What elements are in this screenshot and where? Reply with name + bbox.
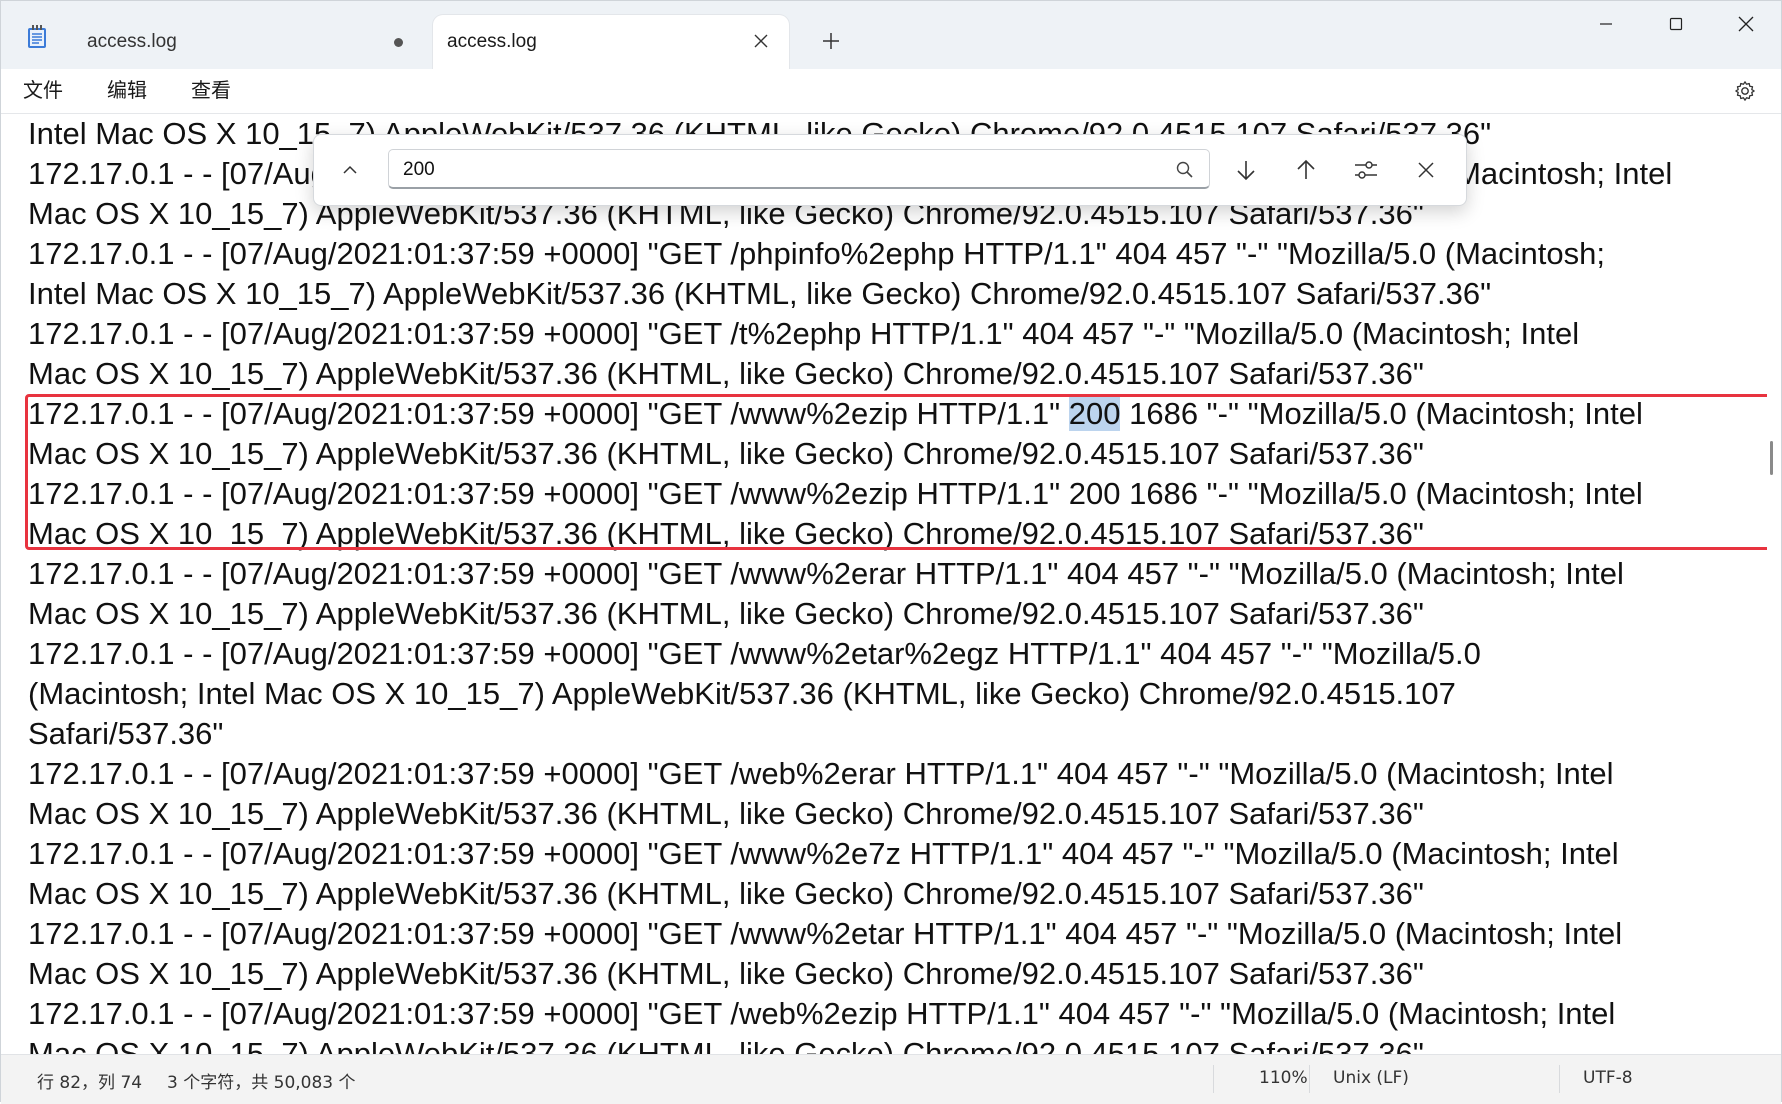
tab-label: access.log bbox=[87, 31, 177, 52]
text-line: Mac OS X 10_15_7) AppleWebKit/537.36 (KH… bbox=[28, 876, 1424, 911]
menu-edit[interactable]: 编辑 bbox=[101, 75, 153, 105]
find-bar: 200 bbox=[313, 134, 1467, 206]
tab-label: access.log bbox=[447, 31, 537, 52]
minimize-icon bbox=[1600, 23, 1612, 25]
title-bar: access.log access.log bbox=[1, 1, 1781, 69]
toggle-replace-button[interactable] bbox=[334, 154, 366, 186]
close-tab-button[interactable] bbox=[747, 27, 775, 55]
status-bar: 行 82，列 74 3 个字符，共 50,083 个 110% Unix (LF… bbox=[1, 1054, 1781, 1104]
unsaved-dot-icon bbox=[394, 38, 403, 47]
status-divider bbox=[1213, 1065, 1214, 1093]
text-line: Intel Mac OS X 10_15_7) AppleWebKit/537.… bbox=[28, 276, 1492, 311]
find-close-button[interactable] bbox=[1408, 152, 1444, 188]
status-divider bbox=[1559, 1065, 1560, 1093]
menu-bar: 文件 编辑 查看 bbox=[1, 69, 1781, 114]
text-line: Safari/537.36" bbox=[28, 716, 224, 751]
text-line: (Macintosh; Intel Mac OS X 10_15_7) Appl… bbox=[28, 676, 1456, 711]
text-line: 172.17.0.1 - - [07/Aug/2021:01:37:59 +00… bbox=[28, 556, 1624, 591]
text-line: 172.17.0.1 - - [07/Aug/2021:01:37:59 +00… bbox=[28, 756, 1614, 791]
find-previous-button[interactable] bbox=[1288, 152, 1324, 188]
text-line: 172.17.0.1 - - [07/Aug/2021:01:37:59 +00… bbox=[28, 316, 1580, 351]
text-line: 172.17.0.1 - - [07/Aug/2021:01:37:59 +00… bbox=[28, 916, 1623, 951]
minimize-button[interactable] bbox=[1571, 1, 1641, 47]
encoding[interactable]: UTF-8 bbox=[1583, 1068, 1633, 1088]
settings-button[interactable] bbox=[1729, 75, 1761, 107]
text-line: Mac OS X 10_15_7) AppleWebKit/537.36 (KH… bbox=[28, 356, 1424, 391]
text-line: Mac OS X 10_15_7) AppleWebKit/537.36 (KH… bbox=[28, 1036, 1424, 1054]
menu-file[interactable]: 文件 bbox=[17, 75, 69, 105]
annotation-highlight-box bbox=[25, 394, 1767, 550]
plus-icon bbox=[823, 33, 839, 49]
text-line: Mac OS X 10_15_7) AppleWebKit/537.36 (KH… bbox=[28, 956, 1424, 991]
search-icon bbox=[1176, 161, 1193, 178]
line-ending[interactable]: Unix (LF) bbox=[1333, 1068, 1409, 1088]
text-editor[interactable]: Intel Mac OS X 10_15_7) AppleWebKit/537.… bbox=[1, 114, 1767, 1054]
gear-icon bbox=[1735, 81, 1755, 101]
close-icon bbox=[1738, 16, 1754, 32]
menu-view[interactable]: 查看 bbox=[185, 75, 237, 105]
status-divider bbox=[1309, 1065, 1310, 1093]
sliders-icon bbox=[1355, 161, 1377, 179]
arrow-up-icon bbox=[1297, 159, 1315, 179]
find-next-button[interactable] bbox=[1228, 152, 1264, 188]
text-line: 172.17.0.1 - - [07/Aug/2021:01:37:59 +00… bbox=[28, 836, 1619, 871]
selection-count: 3 个字符，共 50,083 个 bbox=[167, 1073, 356, 1093]
close-icon bbox=[754, 34, 768, 48]
cursor-position: 行 82，列 74 bbox=[37, 1073, 143, 1093]
chevron-up-icon bbox=[343, 165, 357, 174]
close-window-button[interactable] bbox=[1711, 1, 1781, 47]
find-input-value: 200 bbox=[403, 159, 435, 180]
arrow-down-icon bbox=[1237, 161, 1255, 181]
text-line: Mac OS X 10_15_7) AppleWebKit/537.36 (KH… bbox=[28, 596, 1424, 631]
zoom-level[interactable]: 110% bbox=[1259, 1068, 1308, 1088]
text-content: Intel Mac OS X 10_15_7) AppleWebKit/537.… bbox=[28, 114, 1672, 1054]
maximize-button[interactable] bbox=[1641, 1, 1711, 47]
text-line: 172.17.0.1 - - [07/Aug/2021:01:37:59 +00… bbox=[28, 636, 1481, 671]
text-line: 172.17.0.1 - - [07/Aug/2021:01:37:59 +00… bbox=[28, 236, 1606, 271]
notepad-window: access.log access.log 文件 编辑 查看 Intel Mac… bbox=[0, 0, 1782, 1104]
text-line: Mac OS X 10_15_7) AppleWebKit/537.36 (KH… bbox=[28, 796, 1424, 831]
tab-access-log-1[interactable]: access.log bbox=[63, 15, 431, 69]
text-line: 172.17.0.1 - - [07/Aug/2021:01:37:59 +00… bbox=[28, 996, 1616, 1031]
new-tab-button[interactable] bbox=[813, 23, 849, 59]
find-input[interactable]: 200 bbox=[388, 149, 1210, 189]
close-icon bbox=[1418, 162, 1434, 178]
notepad-icon bbox=[27, 25, 47, 49]
tab-access-log-2[interactable]: access.log bbox=[433, 15, 789, 69]
vertical-scrollbar-thumb[interactable] bbox=[1770, 441, 1773, 475]
find-options-button[interactable] bbox=[1348, 152, 1384, 188]
maximize-icon bbox=[1669, 17, 1683, 31]
